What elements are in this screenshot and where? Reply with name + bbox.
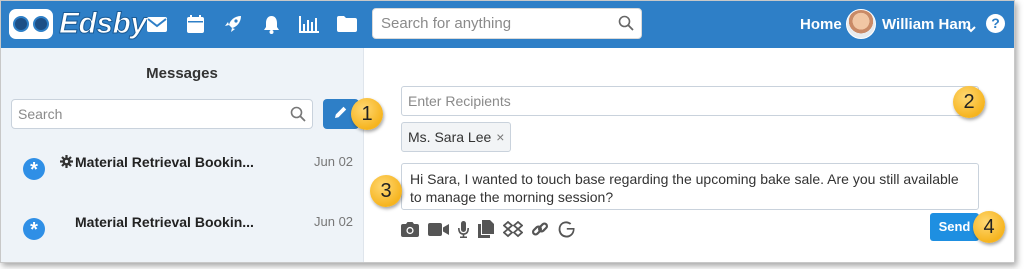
message-subject: Material Retrieval Bookin... bbox=[75, 154, 254, 170]
bell-icon[interactable] bbox=[260, 13, 282, 35]
close-icon[interactable]: × bbox=[496, 129, 504, 145]
video-icon[interactable] bbox=[427, 220, 449, 238]
asterisk-icon: * bbox=[23, 158, 45, 181]
document-icon[interactable] bbox=[477, 220, 495, 238]
help-icon[interactable]: ? bbox=[986, 14, 1005, 33]
google-icon[interactable] bbox=[557, 220, 575, 238]
recipient-name: Ms. Sara Lee bbox=[408, 129, 492, 145]
logo-eyes-icon bbox=[9, 9, 53, 39]
search-icon[interactable] bbox=[618, 15, 634, 36]
recipients-input[interactable] bbox=[402, 87, 954, 115]
send-button[interactable]: Send bbox=[930, 213, 979, 241]
callout-badge: 3 bbox=[370, 175, 402, 207]
global-search-input[interactable] bbox=[373, 9, 619, 38]
search-icon[interactable] bbox=[290, 106, 306, 127]
home-link[interactable]: Home bbox=[800, 16, 842, 33]
message-body-field[interactable]: Hi Sara, I wanted to touch base regardin… bbox=[401, 163, 979, 210]
mail-icon[interactable] bbox=[146, 13, 168, 35]
nav-icons bbox=[146, 13, 358, 35]
attachment-toolbar bbox=[401, 220, 575, 238]
message-list-item[interactable]: * Material Retrieval Bookin... Jun 02 bbox=[1, 144, 363, 196]
message-search-input[interactable] bbox=[12, 100, 294, 128]
chevron-down-icon[interactable] bbox=[966, 20, 976, 38]
global-search bbox=[372, 8, 642, 39]
message-date: Jun 02 bbox=[314, 154, 354, 169]
camera-icon[interactable] bbox=[401, 220, 419, 238]
message-search bbox=[11, 99, 313, 129]
messages-panel: Messages * Material Retrieval Bookin... … bbox=[1, 48, 364, 262]
user-name[interactable]: William Ham bbox=[882, 16, 971, 33]
folder-icon[interactable] bbox=[336, 13, 358, 35]
recipients-field bbox=[401, 86, 979, 116]
top-bar: Edsby Search for anything Home William H… bbox=[1, 1, 1014, 48]
callout-badge: 1 bbox=[351, 98, 383, 130]
pencil-icon bbox=[334, 105, 348, 124]
recipient-chip[interactable]: Ms. Sara Lee × bbox=[401, 122, 512, 152]
messages-title: Messages bbox=[146, 65, 218, 82]
dropbox-icon[interactable] bbox=[503, 220, 523, 238]
asterisk-icon: * bbox=[23, 218, 45, 241]
link-icon[interactable] bbox=[531, 220, 549, 238]
callout-badge: 4 bbox=[973, 211, 1005, 243]
calendar-icon[interactable] bbox=[184, 13, 206, 35]
chart-icon[interactable] bbox=[298, 13, 320, 35]
message-date: Jun 02 bbox=[314, 214, 354, 229]
gear-icon bbox=[60, 155, 73, 173]
rocket-icon[interactable] bbox=[222, 13, 244, 35]
message-subject: Material Retrieval Bookin... bbox=[75, 214, 254, 230]
message-list-item[interactable]: * Material Retrieval Bookin... Jun 02 bbox=[1, 204, 363, 256]
brand-name: Edsby bbox=[59, 7, 148, 41]
microphone-icon[interactable] bbox=[457, 220, 469, 238]
edsby-logo[interactable]: Edsby bbox=[9, 7, 148, 41]
callout-badge: 2 bbox=[953, 86, 985, 118]
app-window: Edsby Search for anything Home William H… bbox=[0, 0, 1015, 263]
user-avatar[interactable] bbox=[846, 9, 876, 39]
